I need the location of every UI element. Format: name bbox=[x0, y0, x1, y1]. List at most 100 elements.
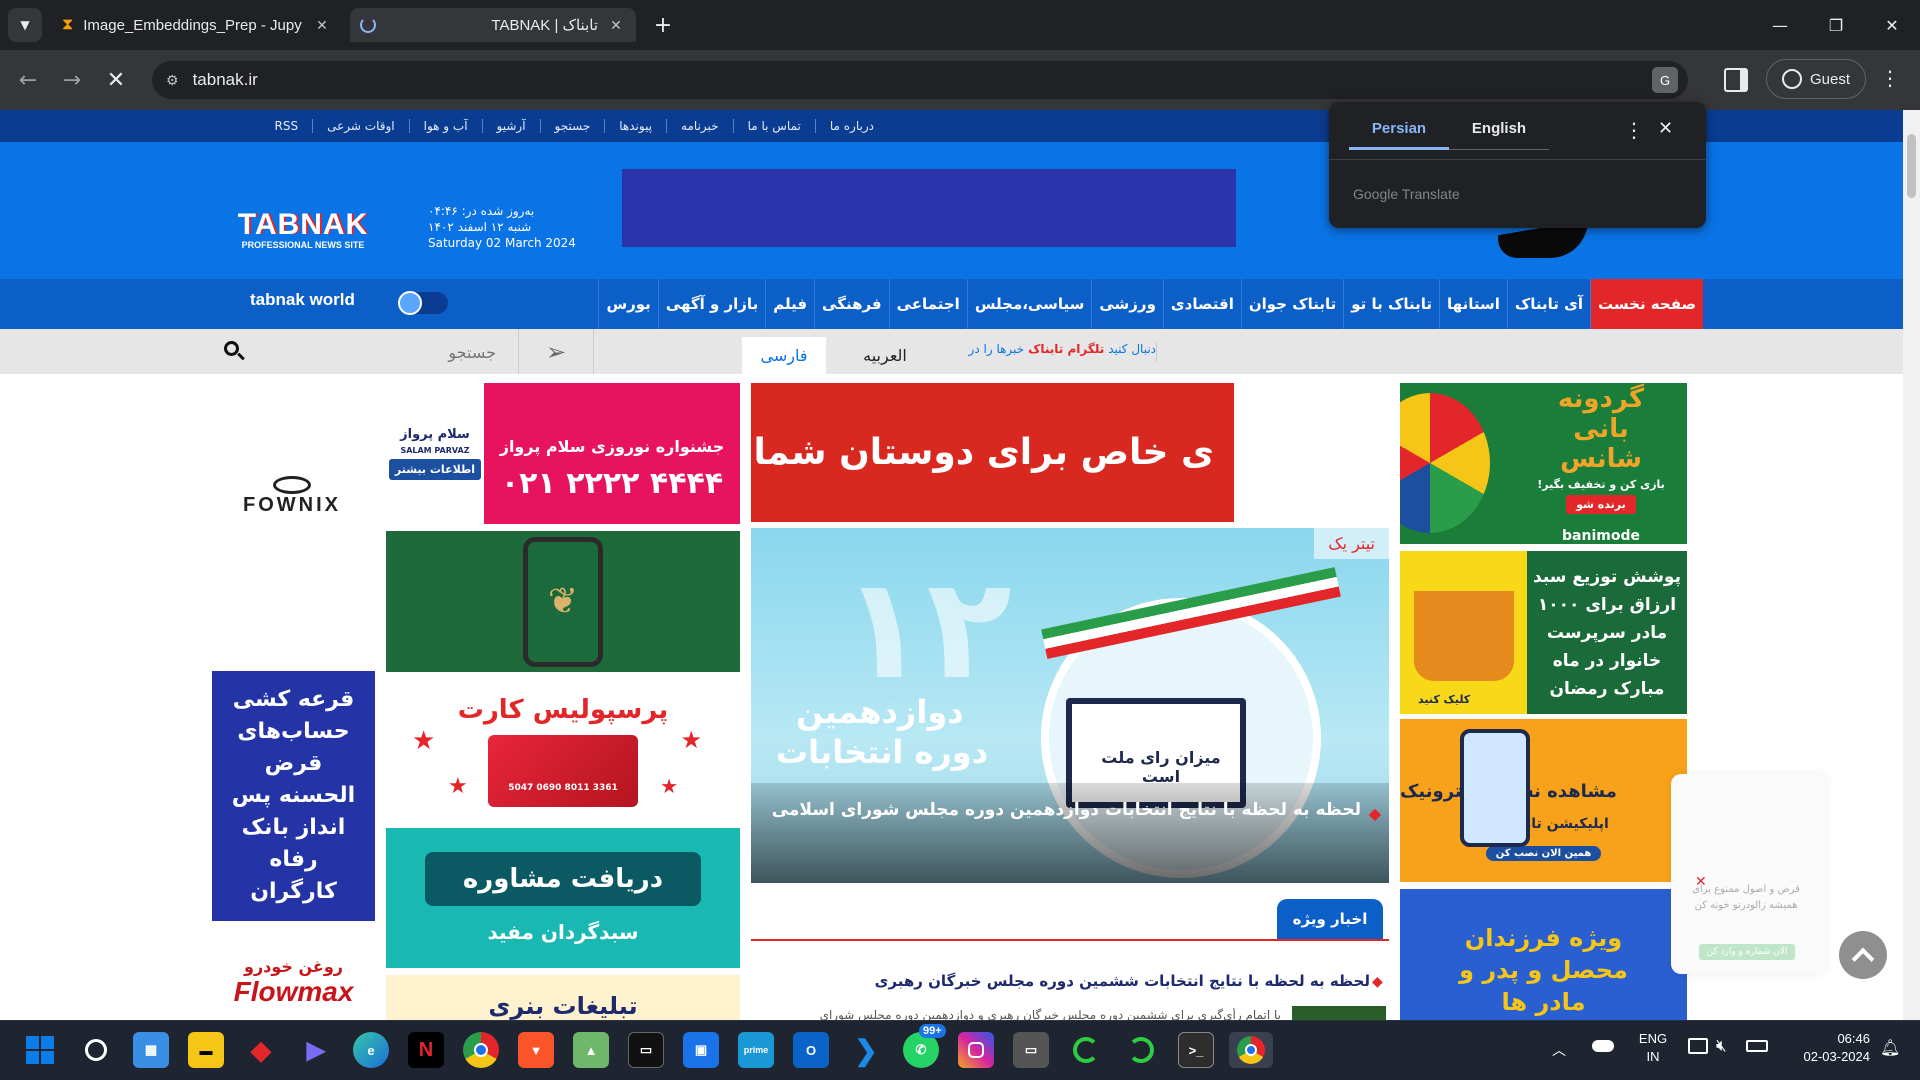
telegram-promo[interactable]: خبرها را در تلگرام تابناک دنبال کنید bbox=[932, 342, 1157, 362]
header-banner-ad[interactable] bbox=[622, 169, 1236, 247]
link-prayer-times[interactable]: اوقات شرعی bbox=[312, 119, 408, 133]
link-rss[interactable]: RSS bbox=[261, 119, 313, 133]
top-story[interactable]: تیتر یک میزان رای ملت است ۱۲ دوازدهمین د… bbox=[751, 528, 1389, 883]
scrollbar-thumb[interactable] bbox=[1907, 134, 1916, 198]
tab-tabnak[interactable]: TABNAK | تابناک ✕ bbox=[350, 8, 636, 42]
brave-app[interactable]: ▼ bbox=[518, 1032, 554, 1068]
link-links[interactable]: پیوندها bbox=[604, 119, 666, 133]
fownix-ad[interactable]: FOWNIX bbox=[212, 464, 372, 528]
instagram-app[interactable] bbox=[958, 1032, 994, 1068]
display-app[interactable]: ▭ bbox=[1013, 1032, 1049, 1068]
new-tab-button[interactable]: + bbox=[648, 10, 678, 40]
close-window-button[interactable]: ✕ bbox=[1864, 0, 1920, 50]
theme-toggle[interactable] bbox=[398, 291, 448, 315]
edge-app[interactable]: e bbox=[353, 1032, 389, 1068]
nav-economy[interactable]: اقتصادی bbox=[1162, 279, 1241, 329]
lang-tab-farsi[interactable]: فارسی bbox=[742, 337, 826, 374]
tab-search-button[interactable]: ▼ bbox=[8, 8, 42, 42]
refah-bank-ad[interactable]: قرعه کشی حساب‌های قرض الحسنه پس انداز با… bbox=[212, 671, 375, 921]
address-bar[interactable]: ⚙ tabnak.ir G bbox=[152, 61, 1688, 99]
minimize-button[interactable]: — bbox=[1752, 0, 1808, 50]
close-icon[interactable]: ✕ bbox=[606, 17, 626, 34]
window-app[interactable]: ▣ bbox=[683, 1032, 719, 1068]
stop-button[interactable]: ✕ bbox=[98, 62, 134, 98]
netflix-app[interactable]: N bbox=[408, 1032, 444, 1068]
nav-film[interactable]: فیلم bbox=[765, 279, 814, 329]
profile-button[interactable]: Guest bbox=[1766, 59, 1866, 99]
whatsapp-app[interactable]: ✆ 99+ bbox=[903, 1024, 946, 1068]
side-panel-icon[interactable] bbox=[1724, 68, 1748, 92]
site-logo[interactable]: TABNAK PROFESSIONAL NEWS SITE bbox=[228, 208, 378, 256]
promo-toast[interactable]: ✕ قرض و اصول ممنوع برای همیشه زالودرتو خ… bbox=[1671, 774, 1826, 974]
chrome-active-app[interactable] bbox=[1229, 1032, 1273, 1068]
top-story-headline[interactable]: لحظه به لحظه با نتایج انتخابات دوازدهمین… bbox=[772, 800, 1361, 820]
restore-button[interactable]: ❐ bbox=[1808, 0, 1864, 50]
forward-button[interactable]: → bbox=[54, 62, 90, 98]
volume-muted-icon[interactable]: 🔇︎ bbox=[1716, 1036, 1727, 1056]
nav-provinces[interactable]: استانها bbox=[1439, 279, 1507, 329]
file-explorer-app[interactable]: ▬ bbox=[188, 1032, 224, 1068]
search-taskbar-button[interactable] bbox=[78, 1032, 114, 1068]
toast-button[interactable]: الان شماره و وارد کن bbox=[1699, 944, 1795, 960]
link-archive[interactable]: آرشیو bbox=[481, 119, 540, 133]
news-item-thumbnail[interactable] bbox=[1292, 1006, 1386, 1020]
ring-app-1[interactable] bbox=[1068, 1032, 1104, 1068]
tray-chevron-icon[interactable]: ︿ bbox=[1552, 1040, 1566, 1060]
more-options-icon[interactable]: ⋮ bbox=[1624, 118, 1644, 142]
site-info-icon[interactable]: ⚙ bbox=[166, 72, 179, 89]
children-ad[interactable]: ویژه فرزندان محصل و پدر و مادر ها bbox=[1400, 889, 1687, 1020]
outlook-app[interactable]: O bbox=[793, 1032, 829, 1068]
app-red-diamond[interactable]: ◆ bbox=[243, 1032, 279, 1068]
link-weather[interactable]: آب و هوا bbox=[408, 119, 482, 133]
search-button[interactable] bbox=[222, 339, 248, 365]
nav-home[interactable]: صفحه نخست bbox=[1589, 279, 1703, 329]
nav-social[interactable]: اجتماعی bbox=[888, 279, 967, 329]
page-scrollbar[interactable] bbox=[1903, 110, 1920, 1020]
powershell-app[interactable]: >_ bbox=[1178, 1032, 1214, 1068]
translate-lang-english[interactable]: English bbox=[1449, 120, 1549, 150]
friends-banner-ad[interactable]: ی خاص برای دوستان شما bbox=[751, 383, 1234, 522]
tab-jupyter[interactable]: ⧗ Image_Embeddings_Prep - Jupy ✕ bbox=[52, 8, 342, 42]
clock[interactable]: 06:46 02-03-2024 bbox=[1780, 1030, 1871, 1066]
clipchamp-app[interactable]: ▶ bbox=[298, 1032, 334, 1068]
chrome-app[interactable] bbox=[463, 1032, 499, 1068]
terminal-app[interactable]: ▭ bbox=[628, 1032, 664, 1068]
nav-tabnak-with-you[interactable]: تابناک با تو bbox=[1343, 279, 1439, 329]
store-app[interactable]: ▦ bbox=[133, 1032, 169, 1068]
link-contact[interactable]: تماس با ما bbox=[732, 119, 815, 133]
top-story-badge[interactable]: تیتر یک bbox=[1314, 528, 1389, 559]
nav-culture[interactable]: فرهنگی bbox=[814, 279, 889, 329]
start-button[interactable] bbox=[22, 1032, 58, 1068]
link-newsletter[interactable]: خبرنامه bbox=[666, 119, 733, 133]
telegram-button[interactable]: ➢ bbox=[518, 329, 594, 374]
translate-lang-persian[interactable]: Persian bbox=[1349, 120, 1449, 150]
tamin-app-ad[interactable]: مشاهده نسخه الکترونیک اپلیکیشن تامین من … bbox=[1400, 719, 1687, 882]
banimode-ad[interactable]: گردونه بانی شانس بازی کن و تخفیف بگیر! ب… bbox=[1400, 383, 1687, 544]
scroll-to-top-button[interactable] bbox=[1839, 931, 1887, 979]
language-indicator[interactable]: ENG IN bbox=[1636, 1030, 1670, 1066]
onedrive-icon[interactable] bbox=[1592, 1040, 1614, 1052]
nav-politics[interactable]: سیاسی،مجلس bbox=[966, 279, 1092, 329]
back-button[interactable]: ← bbox=[10, 62, 46, 98]
mofid-ad[interactable]: دریافت مشاوره سبدگردان مفید bbox=[386, 828, 740, 968]
prime-video-app[interactable]: prime bbox=[738, 1032, 774, 1068]
ring-app-2[interactable] bbox=[1123, 1032, 1159, 1068]
close-icon[interactable]: ✕ bbox=[1658, 118, 1673, 139]
special-news-tab[interactable]: اخبار ویژه bbox=[1277, 899, 1383, 939]
wheat-app-ad[interactable]: ❦ bbox=[386, 531, 740, 672]
notification-bell-icon[interactable]: 🔔︎ bbox=[1880, 1038, 1900, 1057]
menu-icon[interactable]: ⋮ bbox=[1880, 66, 1900, 94]
salam-parvaz-more[interactable]: اطلاعات بیشتر bbox=[388, 459, 482, 480]
news-item-headline[interactable]: لحظه به لحظه با نتایج انتخابات ششمین دور… bbox=[800, 972, 1370, 990]
link-search[interactable]: جستجو bbox=[539, 119, 605, 133]
persepolis-card-ad[interactable]: پرسپولیس کارت 5047 0690 8011 3361 ★ ★ ★ … bbox=[386, 678, 740, 824]
nav-market[interactable]: بازار و آگهی bbox=[657, 279, 765, 329]
sabad-arzagh-ad[interactable]: کلیک کنید پوشش توزیع سبد ارزاق برای ۱۰۰۰… bbox=[1400, 551, 1687, 714]
photos-app[interactable]: ▲ bbox=[573, 1032, 609, 1068]
telegram-link[interactable]: تلگرام تابناک bbox=[1028, 342, 1104, 362]
flowmax-ad[interactable]: روغن خودرو Flowmax bbox=[212, 944, 375, 1020]
vscode-app[interactable]: ❯ bbox=[848, 1032, 884, 1068]
nav-tabnak-young[interactable]: تابناک جوان bbox=[1240, 279, 1343, 329]
lang-tab-arabic[interactable]: العربیه bbox=[840, 337, 930, 374]
banner-ads-ad[interactable]: تبلیغات بنری bbox=[386, 975, 740, 1020]
